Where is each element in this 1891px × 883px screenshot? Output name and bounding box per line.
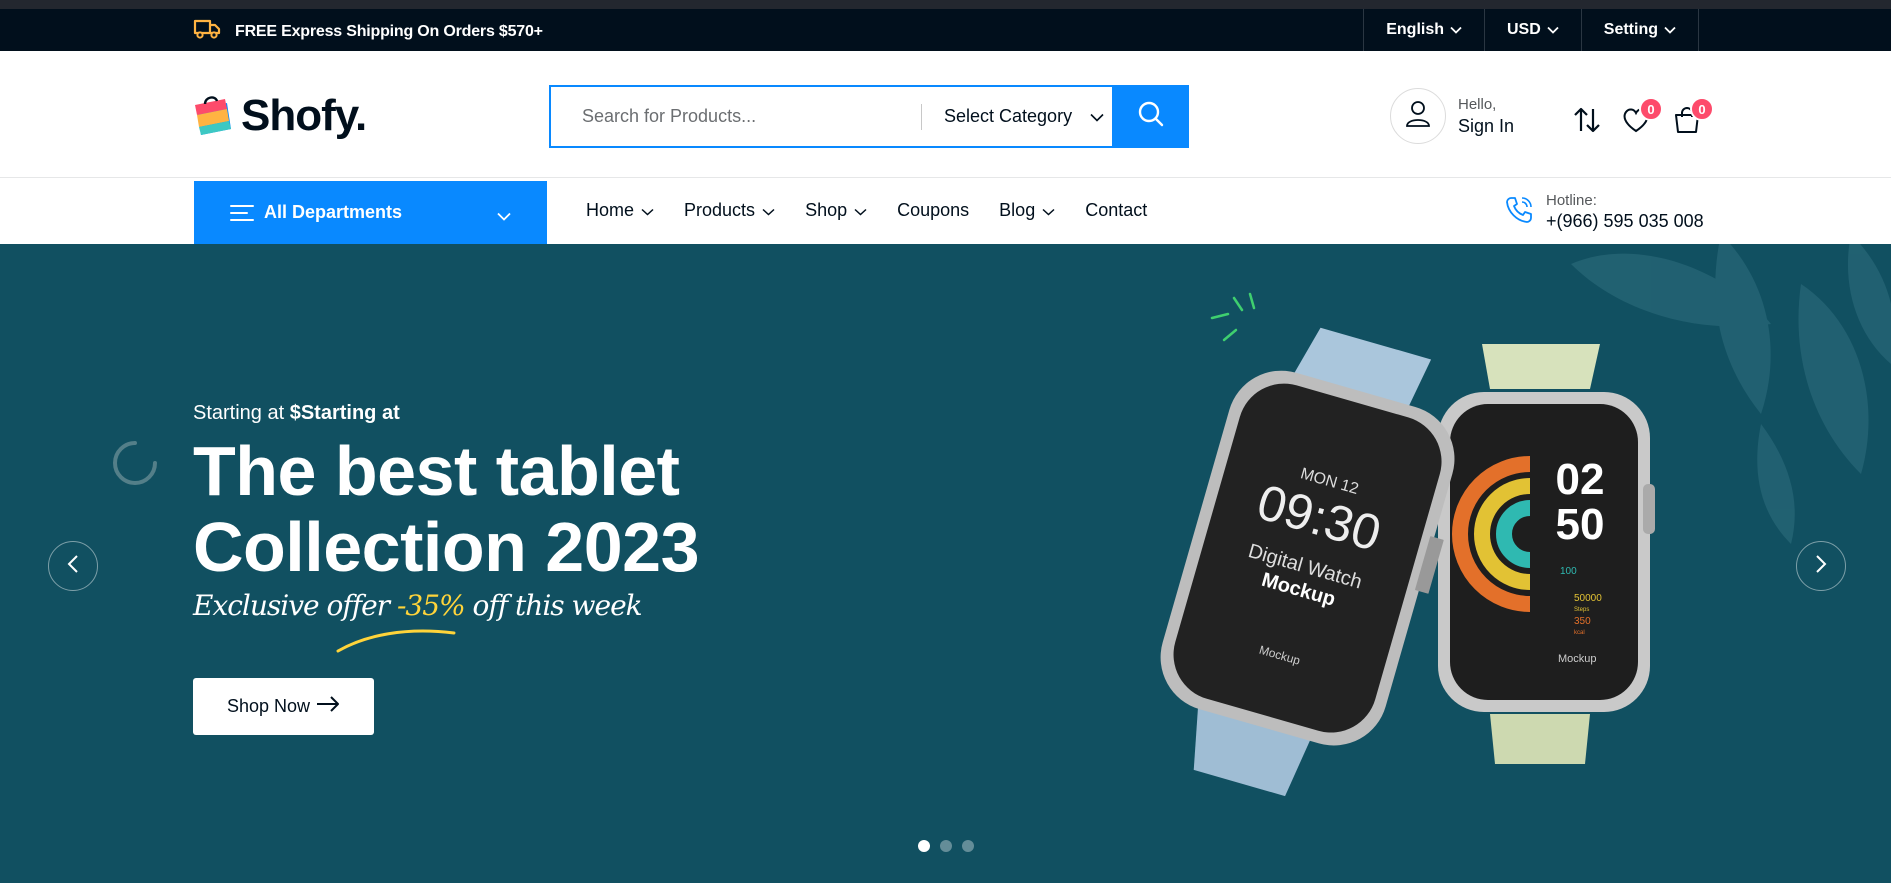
offer-prefix: Exclusive offer	[193, 589, 397, 622]
cart-count-badge: 0	[1690, 97, 1714, 121]
hero-title: The best tablet Collection 2023	[193, 432, 700, 586]
nav-item-label: Contact	[1085, 200, 1148, 220]
nav-item-label: Coupons	[897, 200, 970, 220]
chevron-down-icon	[497, 208, 511, 221]
slider-next-button[interactable]	[1796, 541, 1846, 591]
nav-item-label: Shop	[805, 200, 848, 220]
shipping-text: FREE Express Shipping On Orders $570+	[235, 22, 543, 40]
hotline-number: +(966) 595 035 008	[1546, 211, 1704, 231]
hotline[interactable]: Hotline: +(966) 595 035 008	[1504, 192, 1704, 232]
compare-arrows-icon	[1572, 107, 1602, 139]
hero-slider: Starting at $Starting at The best tablet…	[0, 244, 1891, 883]
user-icon	[1405, 100, 1431, 133]
nav-item-home[interactable]: Home	[586, 200, 654, 221]
slider-pagination	[918, 840, 974, 852]
currency-select[interactable]: USD	[1484, 9, 1581, 51]
hero-title-line2: Collection 2023	[193, 508, 700, 586]
hero-offer: Exclusive offer -35% off this week	[193, 589, 643, 622]
underline-swoosh	[336, 629, 456, 653]
watch2-brand: Mockup	[1558, 653, 1597, 665]
hotline-label: Hotline:	[1546, 192, 1597, 209]
slider-dot-2[interactable]	[940, 840, 952, 852]
account-link[interactable]: Hello, Sign In	[1390, 88, 1514, 144]
slider-dot-1[interactable]	[918, 840, 930, 852]
watch2-hour: 02	[1556, 455, 1605, 504]
main-header: Shofy. Select Category Hello, Sign In 0 …	[0, 51, 1891, 178]
watch2-stat1: 100	[1560, 566, 1577, 577]
wishlist-button[interactable]: 0	[1621, 97, 1663, 140]
nav-item-products[interactable]: Products	[684, 200, 775, 221]
top-bar: FREE Express Shipping On Orders $570+ En…	[0, 0, 1891, 51]
shopping-bag-logo-icon	[193, 95, 235, 137]
kicker-prefix: Starting at	[193, 402, 290, 424]
hero-title-line1: The best tablet	[193, 432, 680, 510]
nav-item-contact[interactable]: Contact	[1085, 200, 1147, 221]
slider-prev-button[interactable]	[48, 541, 98, 591]
logo[interactable]: Shofy.	[193, 91, 367, 140]
search-input[interactable]	[551, 87, 921, 146]
category-select[interactable]: Select Category	[922, 87, 1112, 146]
chevron-down-icon	[1664, 21, 1676, 39]
offer-highlight: -35%	[396, 589, 466, 622]
watch2-stat2: 50000	[1574, 593, 1602, 604]
watch2-stat3: 350	[1574, 616, 1591, 627]
watch2-minute: 50	[1556, 500, 1605, 549]
search-icon	[1137, 100, 1165, 133]
nav-item-coupons[interactable]: Coupons	[897, 200, 969, 221]
watch2-stat3-unit: kcal	[1574, 630, 1585, 636]
kicker-price: $Starting at	[289, 402, 400, 424]
all-departments-button[interactable]: All Departments	[194, 181, 547, 244]
nav-item-shop[interactable]: Shop	[805, 200, 867, 221]
watch2-stat2-unit: Steps	[1574, 607, 1589, 613]
language-label: English	[1386, 21, 1444, 38]
shipping-notice: FREE Express Shipping On Orders $570+	[193, 17, 543, 46]
all-departments-label: All Departments	[264, 202, 403, 222]
chevron-left-icon	[67, 554, 79, 578]
logo-text: Shofy.	[241, 91, 367, 140]
chevron-down-icon	[854, 200, 867, 221]
chevron-right-icon	[1815, 554, 1827, 578]
cart-bag-icon	[1672, 107, 1702, 139]
shop-now-label: Shop Now	[226, 696, 311, 716]
green-smartwatch: 02 50 100 50000 Steps 350 kcal Mockup	[1438, 344, 1655, 764]
setting-menu[interactable]: Setting	[1580, 9, 1699, 51]
compare-button[interactable]	[1572, 105, 1602, 140]
chevron-down-icon	[1090, 106, 1104, 127]
loading-spinner-icon	[113, 441, 157, 485]
offer-suffix: off this week	[464, 589, 643, 622]
chevron-down-icon	[1450, 21, 1462, 39]
chevron-down-icon	[762, 200, 775, 221]
currency-label: USD	[1507, 21, 1541, 38]
menu-icon	[230, 204, 254, 222]
wishlist-count-badge: 0	[1639, 97, 1663, 121]
phone-icon	[1504, 195, 1534, 230]
arrow-right-icon	[316, 696, 340, 717]
main-navigation: All Departments Home Products Shop Coupo…	[0, 178, 1891, 244]
chevron-down-icon	[1547, 21, 1559, 39]
sign-in-link[interactable]: Sign In	[1458, 116, 1514, 137]
category-label: Select Category	[944, 106, 1073, 126]
search-button[interactable]	[1112, 85, 1189, 148]
shop-now-button[interactable]: Shop Now	[193, 678, 374, 735]
account-greeting: Hello,	[1458, 95, 1497, 113]
smartwatch-product-image: 02 50 100 50000 Steps 350 kcal Mockup MO…	[1160, 327, 1655, 797]
slider-dot-3[interactable]	[962, 840, 974, 852]
hero-kicker: Starting at $Starting at	[193, 402, 400, 425]
language-select[interactable]: English	[1363, 9, 1484, 51]
chevron-down-icon	[1042, 200, 1055, 221]
main-menu: Home Products Shop Coupons Blog Contact	[586, 200, 1147, 221]
nav-item-label: Home	[586, 200, 635, 220]
nav-item-label: Products	[684, 200, 756, 220]
search-bar: Select Category	[549, 85, 1189, 148]
heart-icon	[1621, 108, 1651, 139]
setting-label: Setting	[1603, 21, 1658, 38]
chevron-down-icon	[641, 200, 654, 221]
nav-item-blog[interactable]: Blog	[999, 200, 1055, 221]
truck-icon	[193, 17, 221, 46]
cart-button[interactable]: 0	[1672, 97, 1714, 140]
nav-item-label: Blog	[999, 200, 1036, 220]
user-avatar	[1390, 88, 1446, 144]
